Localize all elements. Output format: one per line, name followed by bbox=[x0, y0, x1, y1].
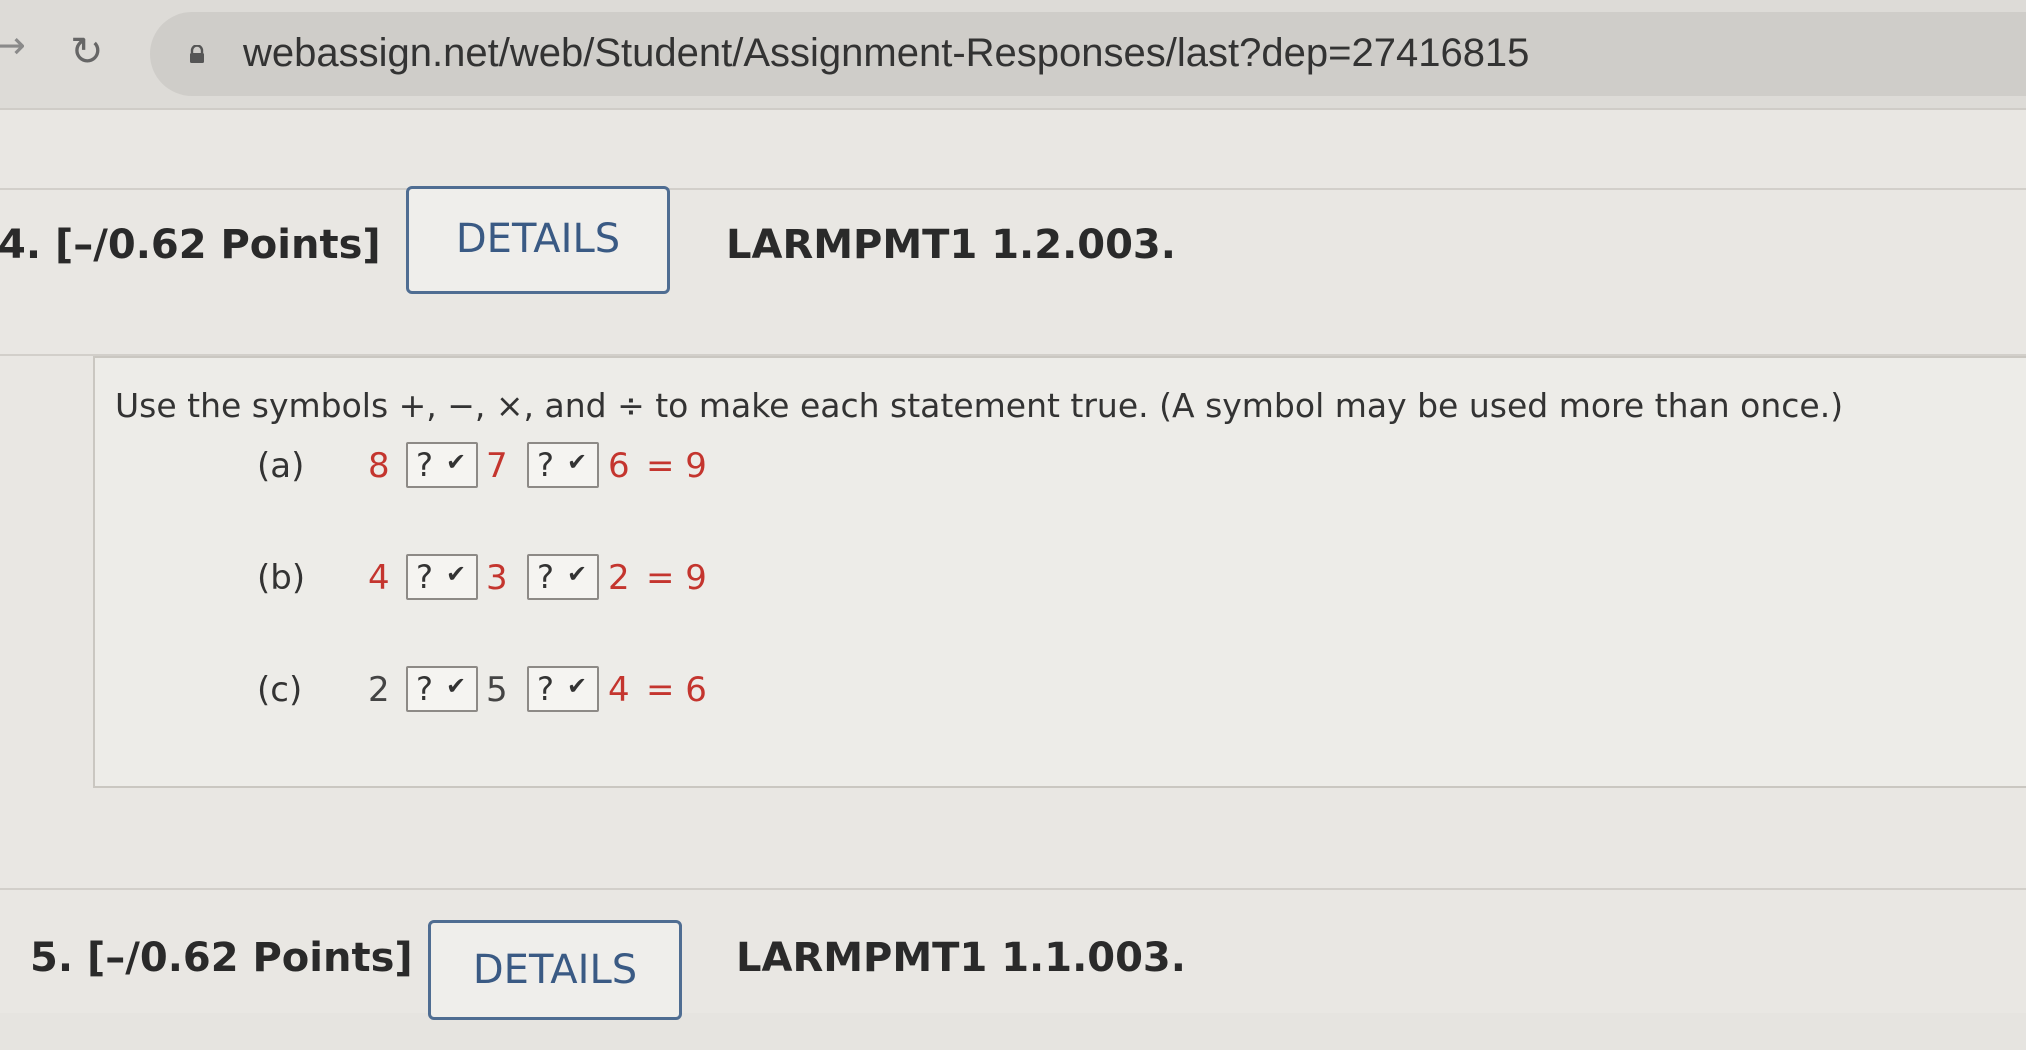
details-button[interactable]: DETAILS bbox=[406, 186, 670, 294]
operand: 5 bbox=[486, 670, 508, 710]
question-number: 4. [–/0.62 Points] bbox=[0, 222, 381, 268]
chevron-down-icon: ✔ bbox=[567, 448, 588, 476]
browser-toolbar: → ↻ webassign.net/web/Student/Assignment… bbox=[0, 0, 2026, 110]
chevron-down-icon: ✔ bbox=[567, 672, 588, 700]
assignment-page: 4. [–/0.62 Points] DETAILS LARMPMT1 1.2.… bbox=[0, 110, 2026, 1020]
question-4-header: 4. [–/0.62 Points] DETAILS LARMPMT1 1.2.… bbox=[0, 186, 2026, 350]
chevron-down-icon: ✔ bbox=[446, 560, 467, 588]
operator-select[interactable]: ? ✔ bbox=[406, 442, 478, 488]
question-number: 5. [–/0.62 Points] bbox=[30, 935, 413, 981]
operand: 7 bbox=[486, 446, 508, 486]
operator-select[interactable]: ? ✔ bbox=[527, 554, 599, 600]
operand: 3 bbox=[486, 558, 508, 598]
question-prompt: Use the symbols +, −, ×, and ÷ to make e… bbox=[115, 386, 1844, 425]
chevron-down-icon: ✔ bbox=[446, 448, 467, 476]
operator-select[interactable]: ? ✔ bbox=[527, 442, 599, 488]
operand: 2 bbox=[368, 670, 390, 710]
details-button[interactable]: DETAILS bbox=[428, 920, 682, 1020]
part-label: (c) bbox=[257, 670, 303, 710]
reload-icon[interactable]: ↻ bbox=[70, 32, 110, 72]
url-text[interactable]: webassign.net/web/Student/Assignment-Res… bbox=[243, 28, 1529, 78]
chevron-down-icon: ✔ bbox=[446, 672, 467, 700]
equation-result: = 9 bbox=[646, 558, 707, 598]
operator-select[interactable]: ? ✔ bbox=[406, 554, 478, 600]
question-4-body: Use the symbols +, −, ×, and ÷ to make e… bbox=[93, 356, 2026, 788]
part-label: (a) bbox=[257, 446, 305, 486]
chevron-down-icon: ✔ bbox=[567, 560, 588, 588]
operand: 6 bbox=[608, 446, 630, 486]
operator-select[interactable]: ? ✔ bbox=[527, 666, 599, 712]
question-code: LARMPMT1 1.2.003. bbox=[726, 222, 1176, 268]
equation-result: = 6 bbox=[646, 670, 707, 710]
lock-icon bbox=[190, 45, 204, 63]
question-5-header: 5. [–/0.62 Points] DETAILS LARMPMT1 1.1.… bbox=[0, 890, 2026, 1050]
forward-arrow-icon[interactable]: → bbox=[0, 26, 26, 64]
equation-result: = 9 bbox=[646, 446, 707, 486]
operator-select[interactable]: ? ✔ bbox=[406, 666, 478, 712]
operand: 4 bbox=[368, 558, 390, 598]
operand: 2 bbox=[608, 558, 630, 598]
question-code: LARMPMT1 1.1.003. bbox=[736, 935, 1186, 981]
part-label: (b) bbox=[257, 558, 306, 598]
operand: 4 bbox=[608, 670, 630, 710]
operand: 8 bbox=[368, 446, 390, 486]
